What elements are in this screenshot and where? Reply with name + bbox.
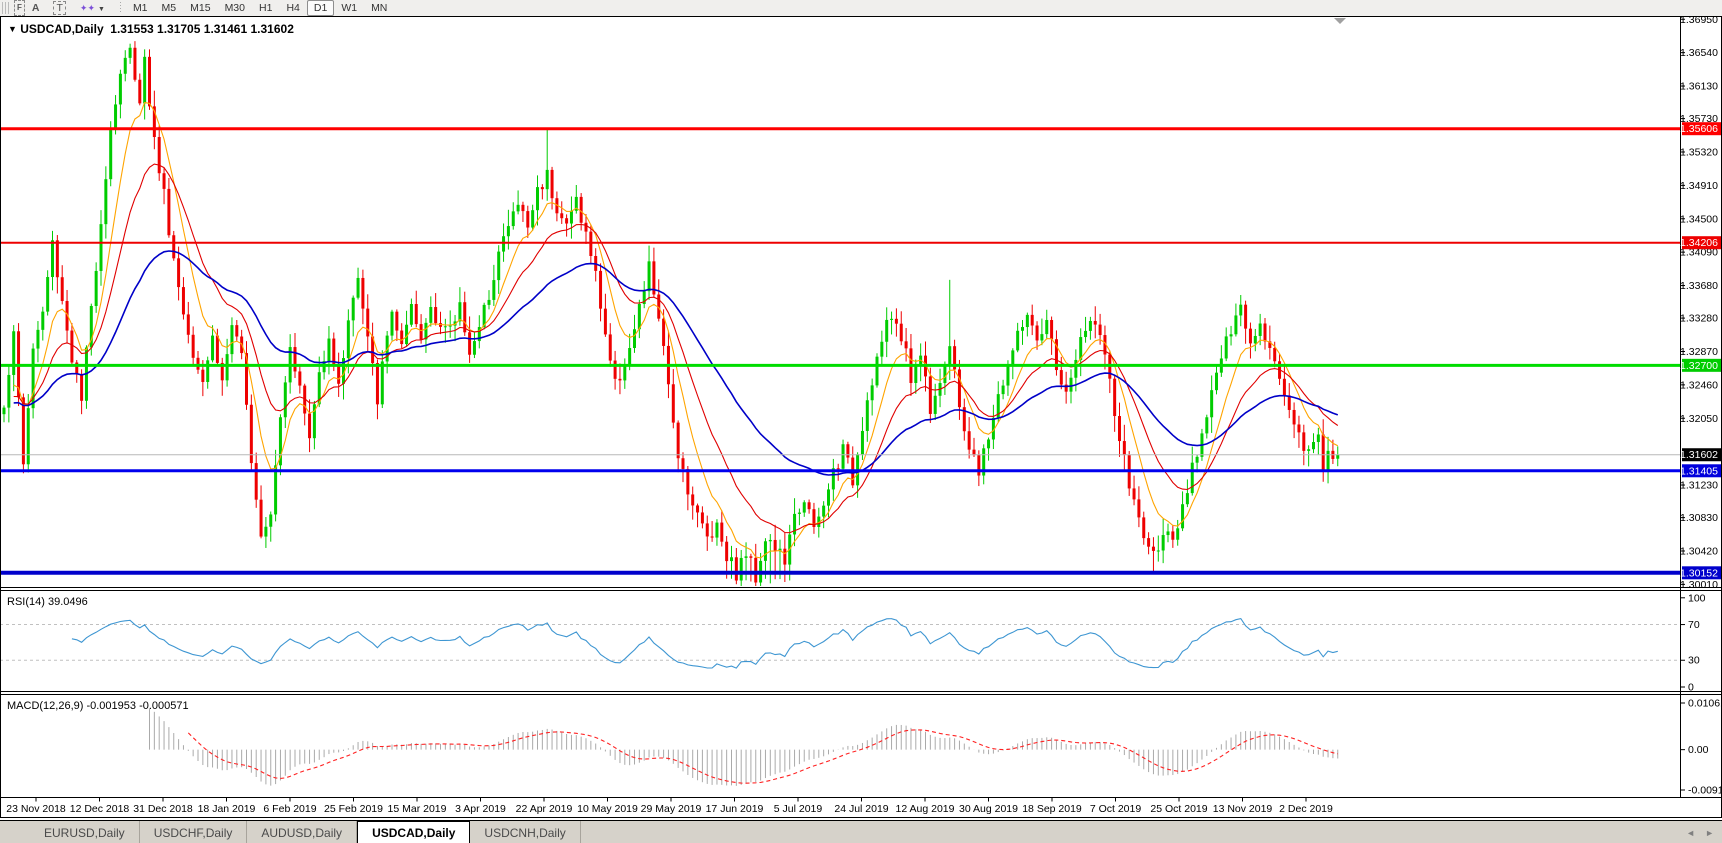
- close-value: 1.31602: [250, 22, 294, 36]
- svg-text:1.32460: 1.32460: [1680, 379, 1718, 391]
- svg-text:1.32050: 1.32050: [1680, 413, 1718, 425]
- macd-signal-line: [187, 729, 1338, 784]
- toolbar-separator: [119, 2, 121, 14]
- arrow-style-icon[interactable]: A: [25, 0, 47, 16]
- date-label: 7 Oct 2019: [1089, 803, 1142, 815]
- svg-text:1.31230: 1.31230: [1680, 480, 1718, 492]
- tab-scroll-nav: ◄ ►: [1686, 821, 1722, 843]
- svg-text:1.32870: 1.32870: [1680, 346, 1718, 358]
- chart-title: ▼ USDCAD,Daily 1.31553 1.31705 1.31461 1…: [8, 22, 294, 36]
- tab-scroll-left-icon[interactable]: ◄: [1686, 828, 1695, 838]
- timeframe-w1[interactable]: W1: [334, 0, 364, 16]
- svg-text:1.36950: 1.36950: [1680, 16, 1718, 26]
- toolbar-grip[interactable]: [2, 2, 10, 14]
- tab-usdchf[interactable]: USDCHF,Daily: [140, 821, 248, 843]
- date-label: 22 Apr 2019: [515, 803, 573, 815]
- date-label: 12 Dec 2018: [69, 803, 130, 815]
- tab-usdcad[interactable]: USDCAD,Daily: [357, 821, 471, 843]
- svg-text:1.36540: 1.36540: [1680, 47, 1718, 59]
- svg-text:1.36130: 1.36130: [1680, 81, 1718, 93]
- svg-text:1.31602: 1.31602: [1680, 449, 1718, 461]
- timeframe-m5[interactable]: M5: [155, 0, 184, 16]
- dropdown-caret-icon: ▼: [98, 6, 105, 13]
- chart-shift-marker-icon[interactable]: [1334, 18, 1346, 24]
- svg-text:0.00: 0.00: [1688, 744, 1709, 756]
- timeframe-m1[interactable]: M1: [126, 0, 155, 16]
- date-label: 29 May 2019: [640, 803, 702, 815]
- symbol-period-label: USDCAD,Daily: [20, 22, 104, 36]
- date-label: 23 Nov 2018: [6, 803, 66, 815]
- low-value: 1.31461: [203, 22, 248, 36]
- date-label: 5 Jul 2019: [773, 803, 823, 815]
- svg-text:70: 70: [1688, 619, 1700, 631]
- cursor-f-icon[interactable]: F: [14, 0, 25, 16]
- svg-text:1.35320: 1.35320: [1680, 146, 1718, 158]
- date-label: 13 Nov 2019: [1212, 803, 1273, 815]
- tab-audusd[interactable]: AUDUSD,Daily: [247, 821, 358, 843]
- date-label: 25 Feb 2019: [324, 803, 383, 815]
- timeframe-mn[interactable]: MN: [364, 0, 394, 16]
- toolbar: F A T ✦✦ ▼ M1 M5 M15 M30 H1 H4 D1 W1 MN: [0, 0, 1722, 17]
- date-label: 24 Jul 2019: [834, 803, 889, 815]
- date-label: 6 Feb 2019: [263, 803, 317, 815]
- date-label: 17 Jun 2019: [705, 803, 764, 815]
- date-label: 18 Sep 2019: [1022, 803, 1082, 815]
- date-label: 30 Aug 2019: [959, 803, 1018, 815]
- candles-group: [2, 41, 1340, 586]
- timeframe-h4[interactable]: H4: [279, 0, 306, 16]
- tab-usdcnh[interactable]: USDCNH,Daily: [470, 821, 581, 843]
- svg-text:1.30152: 1.30152: [1680, 567, 1718, 579]
- trading-terminal-window: { "toolbar": { "icons": [ {"name": "curs…: [0, 0, 1722, 843]
- timeframe-h1[interactable]: H1: [252, 0, 279, 16]
- svg-text:1.33280: 1.33280: [1680, 313, 1718, 325]
- high-value: 1.31705: [157, 22, 201, 36]
- svg-text:0: 0: [1688, 682, 1694, 694]
- text-tool-icon[interactable]: T: [46, 0, 72, 16]
- macd-label: MACD(12,26,9) -0.001953 -0.000571: [7, 700, 189, 712]
- time-axis: 23 Nov 2018 12 Dec 2018 31 Dec 2018 18 Jan …: [0, 800, 1680, 818]
- svg-text:1.31405: 1.31405: [1680, 465, 1718, 477]
- timeframe-d1[interactable]: D1: [306, 0, 335, 16]
- tab-scroll-right-icon[interactable]: ►: [1705, 828, 1714, 838]
- date-label: 10 May 2019: [577, 803, 638, 815]
- date-label: 31 Dec 2018: [133, 803, 193, 815]
- svg-text:30: 30: [1688, 655, 1700, 667]
- svg-text:0.010615: 0.010615: [1688, 698, 1722, 710]
- rsi-panel: [0, 617, 1680, 669]
- tab-eurusd[interactable]: EURUSD,Daily: [30, 821, 140, 843]
- svg-text:100: 100: [1688, 592, 1706, 604]
- svg-text:1.30010: 1.30010: [1680, 579, 1718, 591]
- date-label: 3 Apr 2019: [455, 803, 506, 815]
- svg-text:1.32700: 1.32700: [1680, 360, 1718, 372]
- svg-text:1.30830: 1.30830: [1680, 512, 1718, 524]
- svg-text:1.30420: 1.30420: [1680, 545, 1718, 557]
- svg-text:1.34910: 1.34910: [1680, 180, 1718, 192]
- date-label: 18 Jan 2019: [197, 803, 256, 815]
- open-value: 1.31553: [110, 22, 154, 36]
- price-axis: 1.369501.365401.361301.357301.353201.349…: [35, 16, 1722, 802]
- rsi-label: RSI(14) 39.0496: [7, 596, 88, 608]
- svg-text:1.35606: 1.35606: [1680, 123, 1718, 135]
- macd-panel: [149, 708, 1339, 786]
- date-label: 2 Dec 2019: [1279, 803, 1333, 815]
- svg-text:1.34206: 1.34206: [1680, 237, 1718, 249]
- date-label: 15 Mar 2019: [387, 803, 447, 815]
- svg-text:-0.00918: -0.00918: [1688, 784, 1722, 796]
- date-label: 12 Aug 2019: [895, 803, 955, 815]
- collapse-icon[interactable]: ▼: [8, 24, 17, 34]
- timeframe-m15[interactable]: M15: [183, 0, 217, 16]
- svg-text:1.34500: 1.34500: [1680, 213, 1718, 225]
- timeframe-group: M1 M5 M15 M30 H1 H4 D1 W1 MN: [126, 0, 394, 16]
- colors-icon[interactable]: ✦✦ ▼: [73, 0, 115, 16]
- symbol-tab-bar: EURUSD,Daily USDCHF,Daily AUDUSD,Daily USDC…: [0, 820, 1722, 843]
- timeframe-m30[interactable]: M30: [218, 0, 252, 16]
- date-label: 25 Oct 2019: [1150, 803, 1208, 815]
- svg-text:1.33680: 1.33680: [1680, 280, 1718, 292]
- chart-canvas[interactable]: 1.369501.365401.361301.357301.353201.349…: [0, 16, 1722, 820]
